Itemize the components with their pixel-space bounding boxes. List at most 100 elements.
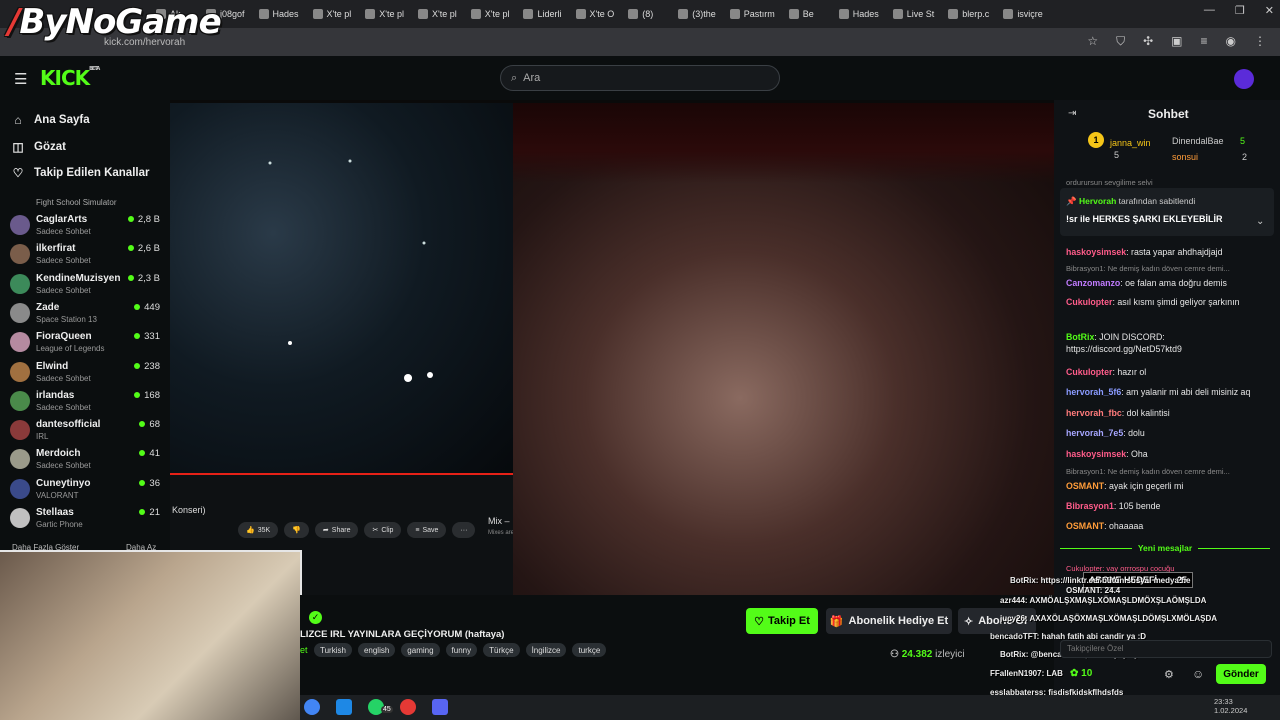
chat-username[interactable]: hervorah_7e5 [1066, 428, 1123, 438]
yt-like-button[interactable]: 👍 35K [238, 522, 279, 538]
browser-tab[interactable]: (8) [622, 3, 670, 25]
sidebar-channel[interactable]: Cuneytinyo VALORANT 36 [10, 476, 160, 504]
minimize-icon[interactable]: — [1204, 4, 1215, 17]
nav-browse[interactable]: ◫ Gözat [12, 140, 66, 154]
stream-tag[interactable]: turkçe [572, 643, 607, 657]
follow-label: Takip Et [767, 615, 810, 627]
puzzle-icon[interactable]: ▣ [1171, 34, 1182, 49]
browser-tab[interactable]: Hades [833, 3, 885, 25]
sidebar-channel[interactable]: dantesofficial IRL 68 [10, 417, 160, 445]
chat-username[interactable]: OSMANT [1066, 521, 1104, 531]
chrome-taskbar-icon[interactable] [304, 699, 320, 715]
heart-icon: ♡ [12, 166, 24, 180]
browser-tab[interactable]: X'te O [570, 3, 621, 25]
sidebar-channel[interactable]: ilkerfirat Sadece Sohbet 2,6 B [10, 241, 160, 269]
browser-tab[interactable]: Hades [253, 3, 305, 25]
extension-icon[interactable]: ✣ [1143, 34, 1153, 49]
browser-tab[interactable]: Be [783, 3, 831, 25]
chat-username[interactable]: BotRix [1066, 332, 1094, 342]
gear-icon[interactable]: ⚙ [1164, 668, 1174, 681]
sidebar-channel[interactable]: irlandas Sadece Sohbet 168 [10, 388, 160, 416]
sidebar-channel[interactable]: Elwind Sadece Sohbet 238 [10, 359, 160, 387]
tab-label: X'te pl [432, 9, 457, 19]
stream-tag[interactable]: İngilizce [525, 643, 567, 657]
chat-text: : rasta yapar ahdhajdjajd [1126, 247, 1223, 257]
sidebar-channel[interactable]: Zade Space Station 13 449 [10, 300, 160, 328]
channel-name: Elwind [36, 360, 69, 372]
tab-label: blerp.c [962, 9, 990, 19]
menu-lines-icon[interactable]: ≡ [1201, 34, 1208, 49]
hamburger-menu-icon[interactable]: ☰ [14, 70, 27, 88]
channel-viewers: 238 [134, 361, 160, 372]
discord-taskbar-icon[interactable] [432, 699, 448, 715]
channel-name: Merdoich [36, 448, 81, 460]
browser-tab[interactable]: Pastırm [724, 3, 781, 25]
chat-input[interactable]: Takipçilere Özel [1060, 640, 1272, 658]
profile-icon[interactable]: ◉ [1226, 34, 1236, 49]
browser-tab[interactable]: (3)the [672, 3, 722, 25]
tab-favicon-icon [892, 9, 903, 19]
stream-tag[interactable]: english [357, 643, 396, 657]
browser-tab[interactable]: X'te pl [359, 3, 410, 25]
chat-username[interactable]: hervorah_5f6 [1066, 387, 1121, 397]
kebab-menu-icon[interactable]: ⋮ [1254, 34, 1266, 49]
chat-text: : ohaaaaa [1104, 521, 1144, 531]
stream-tag[interactable]: funny [445, 643, 478, 657]
chat-username[interactable]: hervorah_fbc [1066, 408, 1122, 418]
yt-more-button[interactable]: ··· [452, 522, 476, 538]
maximize-icon[interactable]: ❐ [1235, 4, 1245, 17]
search-input[interactable]: ⌕ Ara [500, 65, 780, 91]
browse-icon: ◫ [12, 140, 24, 154]
sidebar-channel[interactable]: Merdoich Sadece Sohbet 41 [10, 446, 160, 474]
browser-tab[interactable]: X'te pl [465, 3, 516, 25]
nav-home[interactable]: ⌂ Ana Sayfa [12, 113, 89, 127]
gift-subscription-button[interactable]: 🎁 Abonelik Hediye Et [826, 608, 952, 634]
nav-browse-label: Gözat [34, 141, 66, 153]
nav-following[interactable]: ♡ Takip Edilen Kanallar [12, 166, 150, 180]
channel-viewers: 21 [139, 507, 160, 518]
channel-points[interactable]: ✿ 10 [1070, 668, 1092, 679]
tab-label: isviçre [1017, 9, 1043, 19]
sidebar-channel[interactable]: FioraQueen League of Legends 331 [10, 329, 160, 357]
emote-icon[interactable]: ☺ [1192, 667, 1204, 681]
stream-tag[interactable]: Türkçe [483, 643, 520, 657]
chat-username[interactable]: haskoysimsek [1066, 449, 1126, 459]
browser-tab[interactable]: isviçre [997, 3, 1049, 25]
browser-tab[interactable]: blerp.c [942, 3, 995, 25]
yt-clip-button[interactable]: ✂ Clip [364, 522, 402, 538]
yt-share-button[interactable]: ➦ Share [314, 522, 359, 538]
record-taskbar-icon[interactable] [400, 699, 416, 715]
sidebar-channel[interactable]: CaglarArts Sadece Sohbet 2,8 B [10, 212, 160, 240]
stream-tag[interactable]: Turkish [314, 643, 352, 657]
bookmark-star-icon[interactable]: ☆ [1087, 34, 1098, 49]
browser-tab[interactable]: Live St [887, 3, 941, 25]
kick-logo[interactable]: KICKBETA [40, 66, 100, 90]
sidebar-channel[interactable]: Stellaas Gartic Phone 21 [10, 505, 160, 533]
chat-message: Bibrasyon1: 105 bende [1066, 500, 1266, 512]
stream-tag[interactable]: gaming [401, 643, 440, 657]
yt-dislike-button[interactable]: 👎 [284, 522, 309, 538]
chat-username[interactable]: haskoysimsek [1066, 247, 1126, 257]
close-icon[interactable]: ✕ [1265, 4, 1274, 17]
browser-tab[interactable]: Liderli [517, 3, 567, 25]
tab-favicon-icon [948, 9, 959, 19]
app-taskbar-icon[interactable] [336, 699, 352, 715]
chevron-down-icon[interactable]: ⌄ [1256, 216, 1264, 227]
collapse-chat-icon[interactable]: ⇥ [1068, 108, 1076, 119]
user-avatar[interactable] [1234, 69, 1254, 89]
sidebar-channel[interactable]: KendineMuzisyen Sadece Sohbet 2,3 B [10, 271, 160, 299]
chat-username[interactable]: Cukulopter [1066, 367, 1112, 377]
new-messages-divider[interactable]: Yeni mesajlar [1060, 542, 1270, 554]
shield-icon[interactable]: ⛉ [1116, 34, 1125, 49]
yt-save-button[interactable]: ≡ Save [407, 522, 447, 538]
browser-tab[interactable]: X'te pl [412, 3, 463, 25]
send-button[interactable]: Gönder [1216, 664, 1266, 684]
chat-username[interactable]: Bibrasyon1 [1066, 501, 1114, 511]
follow-button[interactable]: ♡ Takip Et [746, 608, 818, 634]
chat-username[interactable]: Canzomanzo [1066, 278, 1120, 288]
browser-tab[interactable]: X'te pl [307, 3, 358, 25]
taskbar-clock: 23:33 1.02.2024 [1214, 697, 1248, 715]
home-icon: ⌂ [14, 113, 22, 127]
chat-username[interactable]: OSMANT [1066, 481, 1104, 491]
chat-username[interactable]: Cukulopter [1066, 297, 1112, 307]
